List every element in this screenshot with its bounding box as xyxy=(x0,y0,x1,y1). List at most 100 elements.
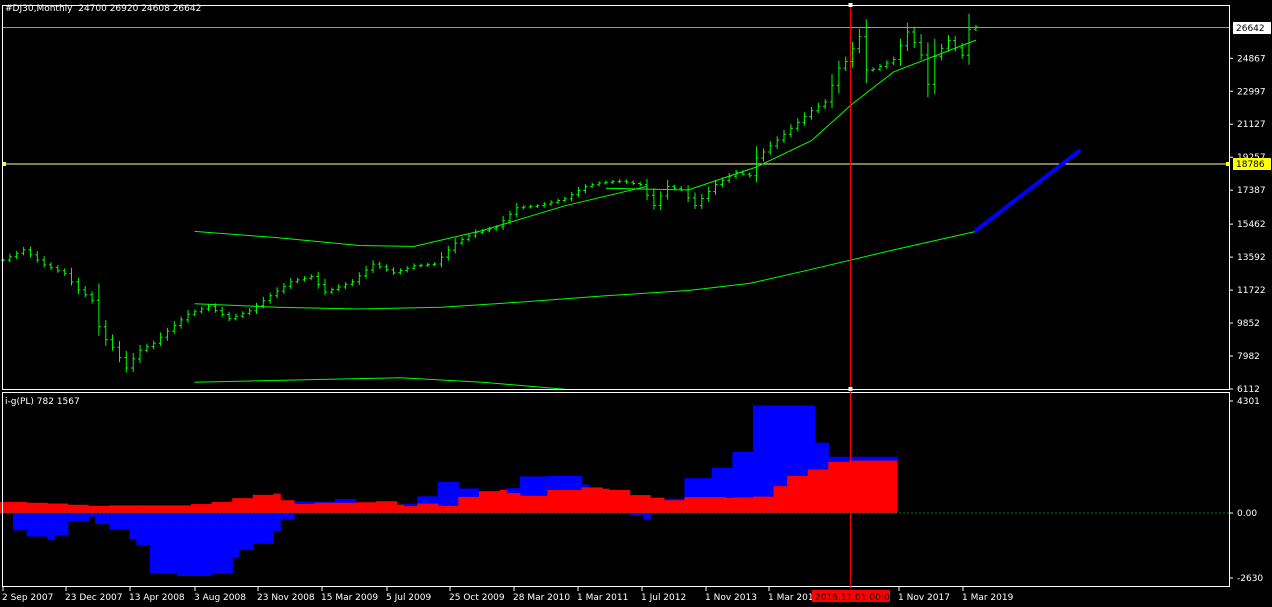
red-histogram-bar xyxy=(266,494,274,513)
blue-histogram-bar xyxy=(129,513,137,539)
red-histogram-bar xyxy=(293,504,302,513)
blue-histogram-bar xyxy=(102,513,110,525)
blue-histogram-bar xyxy=(143,513,151,546)
red-histogram-bar xyxy=(334,502,343,513)
red-histogram-bar xyxy=(410,506,418,513)
red-histogram-bar xyxy=(40,502,48,513)
red-histogram-bar xyxy=(239,498,247,513)
price-tick-label: 24867 xyxy=(1237,54,1266,64)
blue-histogram-bar xyxy=(115,513,124,530)
red-histogram-bar xyxy=(876,460,884,513)
red-histogram-bar xyxy=(197,504,206,513)
price-tick-label: 15462 xyxy=(1237,220,1266,230)
red-histogram-bar xyxy=(245,498,254,513)
blue-histogram-bar xyxy=(232,513,240,558)
red-histogram-bar xyxy=(355,502,363,513)
red-histogram-bar xyxy=(444,505,453,513)
red-histogram-bar xyxy=(170,505,179,513)
red-histogram-bar xyxy=(437,505,446,513)
price-tick-label: 21127 xyxy=(1237,120,1266,130)
red-histogram-bar xyxy=(451,505,459,513)
red-histogram-bar xyxy=(698,497,706,513)
red-histogram-bar xyxy=(307,504,316,513)
red-histogram-bar xyxy=(218,502,226,513)
red-histogram-bar xyxy=(554,489,562,513)
red-histogram-bar xyxy=(417,503,425,513)
red-histogram-bar xyxy=(396,504,405,513)
price-tick-label: 13592 xyxy=(1237,253,1266,263)
red-histogram-bar xyxy=(424,503,432,513)
price-tick-label: 6112 xyxy=(1237,385,1260,395)
red-histogram-bar xyxy=(122,505,131,513)
price-tick-label: 11722 xyxy=(1237,286,1266,296)
red-histogram-bar xyxy=(177,505,185,513)
red-histogram-bar xyxy=(204,504,213,513)
red-histogram-bar xyxy=(704,497,713,513)
red-histogram-bar xyxy=(108,505,117,513)
red-histogram-bar xyxy=(752,496,761,513)
red-histogram-bar xyxy=(794,475,802,513)
red-histogram-bar xyxy=(341,502,350,513)
symbol-label: #DJ30,Monthly 24700 26920 24608 26642 xyxy=(5,4,201,14)
red-histogram-bar xyxy=(225,502,233,513)
indicator-tick-label: 4301 xyxy=(1237,397,1260,407)
red-histogram-bar xyxy=(458,496,466,513)
red-histogram-bar xyxy=(814,469,823,513)
blue-histogram-bar xyxy=(245,513,254,551)
red-histogram-bar xyxy=(602,488,610,513)
price-tick-label: 22997 xyxy=(1237,87,1266,97)
indicator-tick-label: -2630 xyxy=(1237,574,1263,584)
blue-histogram-bar xyxy=(163,513,172,574)
cursor-time-tag: 2016.11.01 00:00 xyxy=(815,593,896,603)
red-histogram-bar xyxy=(81,504,89,513)
time-tick-label: 1 Jul 2012 xyxy=(641,593,686,603)
red-histogram-bar xyxy=(328,502,336,513)
red-histogram-bar xyxy=(389,501,398,513)
red-histogram-bar xyxy=(588,487,596,513)
chart-canvas[interactable]: 2486722997211271925717387154621359211722… xyxy=(0,0,1272,607)
red-histogram-bar xyxy=(533,495,542,513)
red-histogram-bar xyxy=(711,497,720,513)
blue-histogram-bar xyxy=(26,513,35,537)
time-tick-label: 1 Mar 201 xyxy=(768,593,814,603)
red-histogram-bar xyxy=(547,489,555,513)
red-histogram-bar xyxy=(506,493,514,513)
blue-histogram-bar xyxy=(225,513,233,574)
red-histogram-bar xyxy=(362,502,370,513)
red-histogram-bar xyxy=(430,503,439,513)
red-histogram-bar xyxy=(636,495,644,513)
red-histogram-bar xyxy=(841,461,850,513)
red-histogram-bar xyxy=(67,504,76,513)
red-histogram-bar xyxy=(643,495,651,513)
red-histogram-bar xyxy=(739,497,747,513)
red-histogram-bar xyxy=(684,497,692,513)
red-histogram-bar xyxy=(74,504,83,513)
blue-histogram-bar xyxy=(33,513,41,537)
red-histogram-bar xyxy=(156,505,165,513)
red-histogram-bar xyxy=(259,494,268,513)
red-histogram-bar xyxy=(609,489,617,513)
blue-histogram-bar xyxy=(273,513,281,532)
red-histogram-bar xyxy=(848,460,857,513)
blue-histogram-bar xyxy=(204,513,213,577)
time-tick-label: 1 Mar 2011 xyxy=(577,593,628,603)
red-histogram-bar xyxy=(382,501,391,513)
red-histogram-bar xyxy=(821,469,829,513)
red-histogram-bar xyxy=(321,502,329,513)
red-histogram-bar xyxy=(26,502,35,513)
red-histogram-bar xyxy=(629,495,638,513)
red-histogram-bar xyxy=(191,504,199,513)
red-histogram-bar xyxy=(800,475,809,513)
red-histogram-bar xyxy=(725,497,733,513)
symbol-name: #DJ30,Monthly xyxy=(5,4,73,14)
red-histogram-bar xyxy=(478,491,487,513)
red-histogram-bar xyxy=(650,497,658,513)
red-histogram-bar xyxy=(369,502,377,513)
indicator-label: i-g(PL) 782 1567 xyxy=(5,397,80,407)
red-histogram-bar xyxy=(88,505,96,513)
blue-histogram-bar xyxy=(197,513,206,577)
red-histogram-bar xyxy=(232,498,240,513)
blue-histogram-bar xyxy=(266,513,274,544)
red-histogram-bar xyxy=(862,460,870,513)
cursor-handle-bottom xyxy=(848,387,853,391)
